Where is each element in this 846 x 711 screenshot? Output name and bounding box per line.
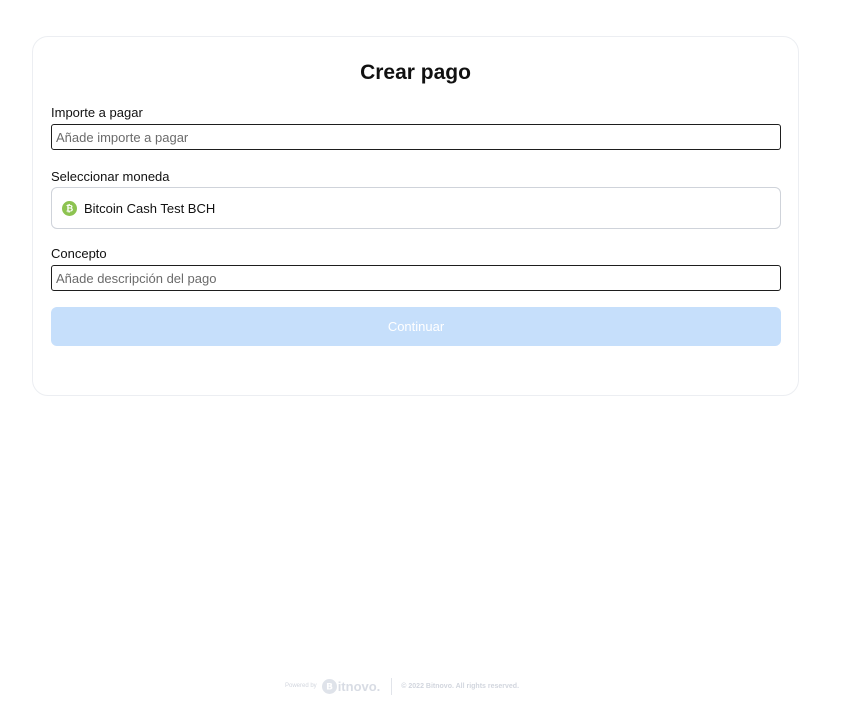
bitnovo-logo-icon: B [321,678,337,694]
continue-button[interactable]: Continuar [51,307,781,346]
bitcoin-cash-icon: ₿ [62,200,77,216]
svg-text:B: B [326,683,333,692]
currency-label: Seleccionar moneda [51,169,170,184]
svg-text:₿: ₿ [66,204,73,214]
amount-label: Importe a pagar [51,105,143,120]
amount-input[interactable] [51,124,781,150]
powered-by-text: Powered by [285,683,317,689]
concept-input[interactable] [51,265,781,291]
currency-select[interactable]: ₿ Bitcoin Cash Test BCH [51,187,781,229]
create-payment-card: Crear pago Importe a pagar Seleccionar m… [32,36,799,396]
brand-name: itnovo. [337,678,381,694]
footer: Powered by B itnovo. © 2022 Bitnovo. All… [285,677,519,695]
copyright-text: © 2022 Bitnovo. All rights reserved. [401,682,520,690]
page-title: Crear pago [360,61,471,84]
bitnovo-logo[interactable]: B itnovo. [321,678,381,694]
concept-label: Concepto [51,246,107,261]
currency-select-value: Bitcoin Cash Test BCH [84,200,216,216]
footer-divider [391,677,393,695]
